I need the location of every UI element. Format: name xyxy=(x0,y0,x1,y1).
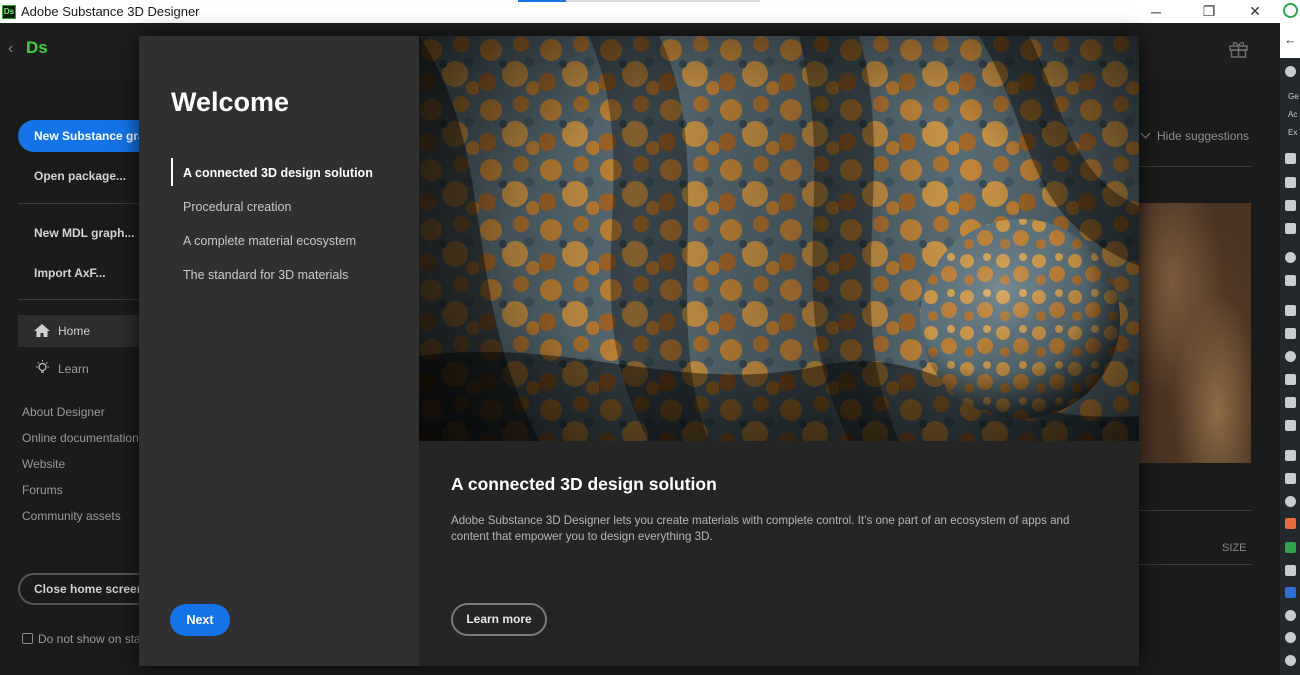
app-icon: Ds xyxy=(2,4,16,19)
orange-plugin-icon[interactable] xyxy=(1285,518,1296,529)
window-titlebar: Ds Adobe Substance 3D Designer ─ ❐ ✕ xyxy=(0,0,1280,23)
window-title: Adobe Substance 3D Designer xyxy=(21,4,200,19)
next-button[interactable]: Next xyxy=(170,604,230,636)
content-title: A connected 3D design solution xyxy=(451,474,717,494)
link-website[interactable]: Website xyxy=(22,457,65,471)
tab-indicator-active xyxy=(518,0,566,2)
link-online-documentation[interactable]: Online documentation xyxy=(22,431,139,445)
pin-icon[interactable] xyxy=(1285,305,1296,316)
divider xyxy=(1139,510,1251,511)
palette-icon[interactable] xyxy=(1285,610,1296,621)
comment-icon[interactable] xyxy=(1285,565,1296,576)
grid-icon[interactable] xyxy=(1285,397,1296,408)
topic-standard-3d-materials[interactable]: The standard for 3D materials xyxy=(183,268,348,282)
topic-connected-3d[interactable]: A connected 3D design solution xyxy=(183,166,373,180)
content-description: Adobe Substance 3D Designer lets you cre… xyxy=(451,514,1070,543)
link-community-assets[interactable]: Community assets xyxy=(22,509,121,523)
welcome-topic-panel: Welcome A connected 3D design solution P… xyxy=(139,36,419,666)
wordpress-icon[interactable] xyxy=(1285,66,1296,77)
suggestion-thumbnail[interactable] xyxy=(1139,203,1251,463)
close-home-screen-button[interactable]: Close home screen xyxy=(18,573,158,605)
back-arrow-icon[interactable]: ← xyxy=(1284,32,1297,47)
mail-icon[interactable] xyxy=(1285,420,1296,431)
settings-gear-icon[interactable] xyxy=(1285,655,1296,666)
link-forums[interactable]: Forums xyxy=(22,483,63,497)
yoast-icon[interactable] xyxy=(1285,450,1296,461)
topic-procedural-creation[interactable]: Procedural creation xyxy=(183,200,291,214)
dollar-icon[interactable] xyxy=(1285,153,1296,164)
hide-suggestions-label: Hide suggestions xyxy=(1157,129,1250,143)
sidebar-divider xyxy=(18,203,140,204)
brush-icon[interactable] xyxy=(1285,328,1296,339)
welcome-dialog: Welcome A connected 3D design solution P… xyxy=(139,36,1139,666)
green-star-icon[interactable] xyxy=(1285,542,1296,553)
browser-strip-top: ← xyxy=(1280,0,1300,58)
hero-image xyxy=(419,36,1139,441)
lightbulb-icon xyxy=(36,360,49,373)
megaphone-icon[interactable] xyxy=(1285,223,1296,234)
strip-text-3: Ex xyxy=(1288,128,1298,137)
hide-suggestions-toggle[interactable]: Hide suggestions xyxy=(1140,128,1250,143)
minimize-button[interactable]: ─ xyxy=(1133,0,1179,23)
header-back-icon[interactable]: ‹ xyxy=(8,40,13,58)
import-axf-button[interactable]: Import AxF... xyxy=(34,266,106,280)
strip-text-1: Ge xyxy=(1288,92,1299,101)
close-window-button[interactable]: ✕ xyxy=(1232,0,1278,23)
sidebar-item-label: Home xyxy=(58,324,91,338)
home-icon xyxy=(34,324,50,337)
gift-icon[interactable] xyxy=(1229,40,1248,58)
size-column-header[interactable]: SIZE xyxy=(1222,542,1246,554)
divider xyxy=(1139,564,1251,565)
maximize-button[interactable]: ❐ xyxy=(1186,0,1232,23)
robot-icon[interactable] xyxy=(1285,473,1296,484)
user-icon[interactable] xyxy=(1285,351,1296,362)
do-not-show-checkbox[interactable] xyxy=(22,633,33,644)
bar-chart-icon[interactable] xyxy=(1285,200,1296,211)
blue-plugin-icon[interactable] xyxy=(1285,587,1296,598)
link-about-designer[interactable]: About Designer xyxy=(22,405,105,419)
divider xyxy=(1139,166,1251,167)
open-package-button[interactable]: Open package... xyxy=(34,169,126,183)
learn-more-button[interactable]: Learn more xyxy=(451,603,547,636)
dialog-title: Welcome xyxy=(171,87,290,117)
sidebar-item-learn[interactable]: Learn xyxy=(58,362,89,376)
sidebar-divider xyxy=(18,299,140,300)
status-circle-icon xyxy=(1283,3,1298,18)
folder-icon[interactable] xyxy=(1285,275,1296,286)
pie-icon[interactable] xyxy=(1285,632,1296,643)
plugin-circle-icon[interactable] xyxy=(1285,252,1296,263)
active-topic-indicator xyxy=(171,158,173,186)
browser-sidebar-strip: ← Ge Ac Ex xyxy=(1280,0,1300,675)
new-mdl-graph-button[interactable]: New MDL graph... xyxy=(34,226,134,240)
topic-material-ecosystem[interactable]: A complete material ecosystem xyxy=(183,234,356,248)
chevron-down-icon xyxy=(1140,128,1151,139)
ds-logo: Ds xyxy=(26,38,48,57)
tab-indicator xyxy=(566,0,760,2)
star-icon[interactable] xyxy=(1285,177,1296,188)
strip-text-2: Ac xyxy=(1288,110,1298,119)
refresh-icon[interactable] xyxy=(1285,496,1296,507)
wrench-icon[interactable] xyxy=(1285,374,1296,385)
